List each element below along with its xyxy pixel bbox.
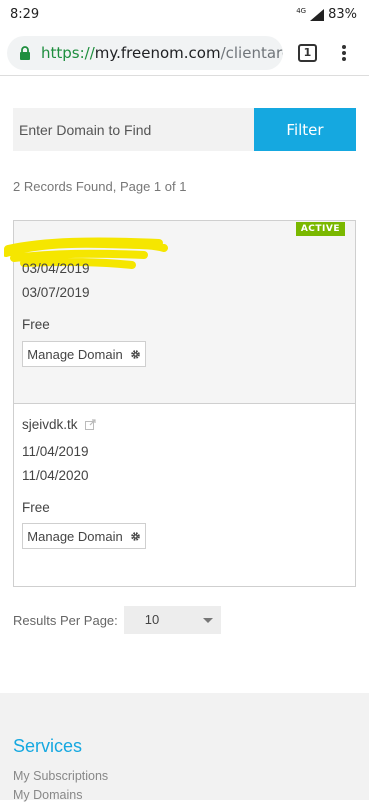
expiry-date: 11/04/2020 [22, 468, 89, 483]
url-host: my.freenom.com [94, 44, 221, 62]
footer: Services My Subscriptions My Domains [0, 693, 369, 802]
network-type: 4G [296, 6, 307, 15]
domain-name[interactable]: sjeivdk.tk [22, 417, 78, 432]
gear-icon [130, 531, 140, 541]
url-path: /clientarea.p [220, 44, 283, 62]
results-per-page-value: 10 [144, 612, 160, 627]
manage-domain-label: Manage Domain [27, 346, 123, 362]
manage-domain-button[interactable]: Manage Domain [22, 341, 146, 367]
registration-date: 11/04/2019 [22, 444, 89, 459]
domain-name-row: sjeivdk.tk [22, 417, 96, 432]
footer-link-subscriptions[interactable]: My Subscriptions [13, 769, 108, 783]
registration-date: 03/04/2019 [22, 261, 90, 276]
status-badge: ACTIVE [295, 222, 345, 236]
manage-domain-button[interactable]: Manage Domain [22, 523, 146, 549]
domain-card: sjeivdk.tk 11/04/2019 11/04/2020 Free Ma… [13, 403, 356, 587]
status-time: 8:29 [10, 7, 40, 22]
url-text: https://my.freenom.com/clientarea.p [41, 44, 283, 62]
battery-level: 83% [328, 7, 357, 22]
tab-switcher-button[interactable]: 1 [298, 44, 317, 62]
domain-search: Filter [13, 108, 356, 151]
footer-services-title: Services [13, 736, 83, 756]
overflow-menu-icon[interactable] [338, 43, 350, 63]
domain-search-input[interactable] [13, 108, 254, 151]
chevron-down-icon [202, 618, 213, 623]
domain-type: Free [22, 317, 50, 332]
domain-card: ACTIVE 03/04/2019 03/07/2019 Free Manage… [4, 220, 356, 404]
records-summary: 2 Records Found, Page 1 of 1 [13, 179, 187, 194]
address-bar[interactable]: https://my.freenom.com/clientarea.p [7, 36, 283, 70]
domain-type: Free [22, 500, 50, 515]
filter-button[interactable]: Filter [254, 108, 356, 151]
status-bar: 8:29 4G 83% [0, 0, 369, 30]
results-per-page: Results Per Page: 10 [13, 606, 221, 634]
lock-icon [20, 46, 30, 60]
expiry-date: 03/07/2019 [22, 285, 90, 300]
results-per-page-label: Results Per Page: [13, 612, 118, 628]
status-indicators: 4G 83% [296, 6, 357, 23]
manage-domain-label: Manage Domain [27, 528, 123, 544]
signal-icon [310, 8, 325, 21]
results-per-page-select[interactable]: 10 [123, 606, 221, 634]
url-scheme: https:// [41, 44, 95, 62]
gear-icon [130, 349, 140, 359]
external-link-icon[interactable] [85, 419, 96, 430]
browser-toolbar: https://my.freenom.com/clientarea.p 1 [0, 30, 369, 76]
